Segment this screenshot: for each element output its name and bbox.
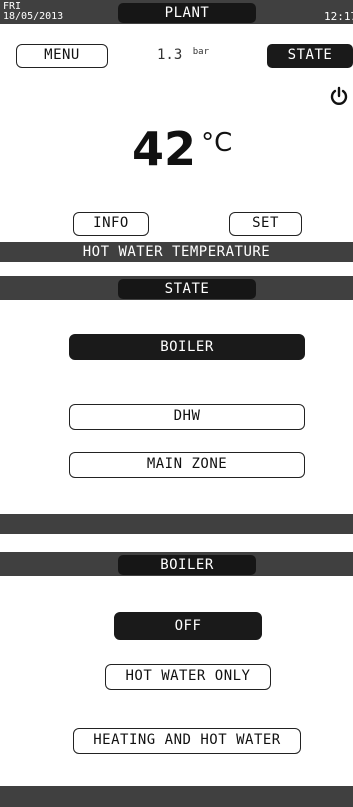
temperature-display: 42 °C — [132, 122, 232, 176]
option-heating-and-hot-water[interactable]: HEATING AND HOT WATER — [73, 728, 301, 754]
plant-screen: FRI 18/05/2013 PLANT 12:17 MENU 1.3 bar … — [0, 0, 353, 262]
option-dhw[interactable]: DHW — [69, 404, 305, 430]
temperature-unit: °C — [201, 128, 233, 158]
page-title: BOILER — [118, 555, 256, 575]
info-button[interactable]: INFO — [73, 212, 149, 236]
menu-button[interactable]: MENU — [16, 44, 108, 68]
temperature-value: 42 — [132, 122, 197, 176]
time-label: 12:17 — [324, 10, 353, 23]
option-off[interactable]: OFF — [114, 612, 262, 640]
pressure-value: 1.3 — [157, 47, 183, 63]
top-bar: FRI 18/05/2013 PLANT 12:17 — [0, 0, 353, 24]
boiler-screen: BOILER OFF HOT WATER ONLY HEATING AND HO… — [0, 552, 353, 807]
page-title: STATE — [118, 279, 256, 299]
option-boiler[interactable]: BOILER — [69, 334, 305, 360]
status-bar — [0, 786, 353, 807]
state-button[interactable]: STATE — [267, 44, 353, 68]
page-title: PLANT — [118, 3, 256, 23]
date-label: 18/05/2013 — [3, 11, 64, 22]
pressure-readout: 1.3 bar — [157, 47, 209, 63]
status-bar — [0, 514, 353, 534]
top-bar: BOILER — [0, 552, 353, 576]
state-screen: STATE BOILER DHW MAIN ZONE — [0, 276, 353, 534]
set-button[interactable]: SET — [229, 212, 302, 236]
option-hot-water-only[interactable]: HOT WATER ONLY — [105, 664, 271, 690]
top-bar: STATE — [0, 276, 353, 300]
option-main-zone[interactable]: MAIN ZONE — [69, 452, 305, 478]
pressure-unit: bar — [192, 47, 209, 57]
status-bar: HOT WATER TEMPERATURE — [0, 242, 353, 262]
power-icon[interactable] — [330, 86, 348, 106]
